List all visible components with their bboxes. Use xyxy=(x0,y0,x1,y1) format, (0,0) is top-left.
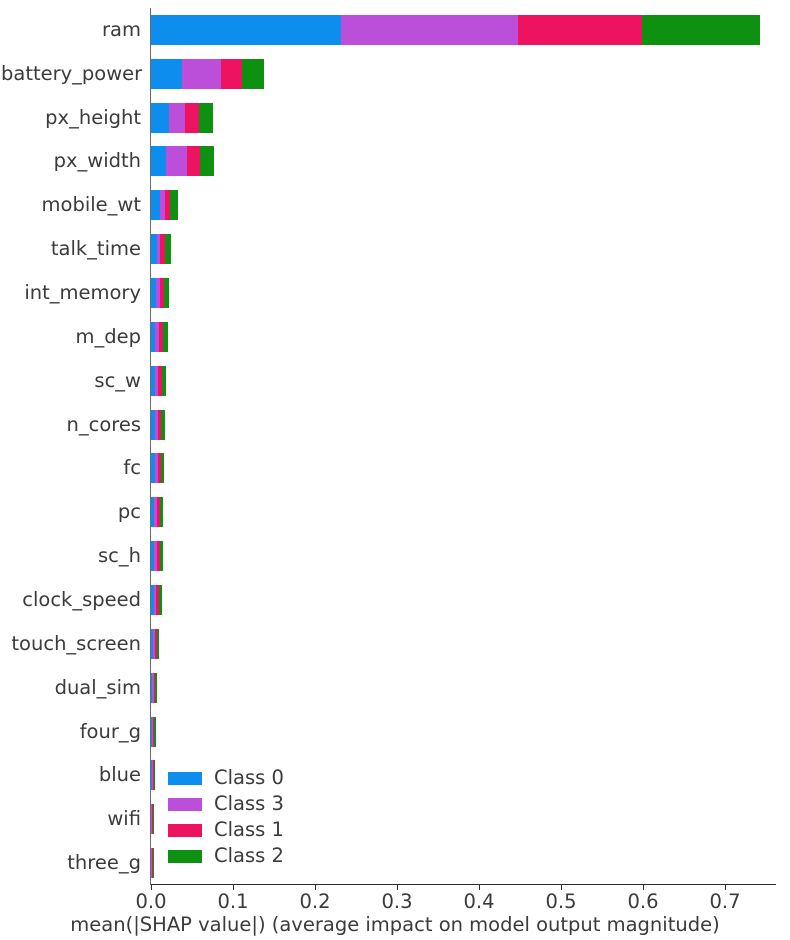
bar-segment xyxy=(151,58,182,89)
y-tick-label: px_height xyxy=(45,105,141,129)
y-tick-label: n_cores xyxy=(66,412,141,436)
bar-segment xyxy=(186,146,201,177)
plot-area xyxy=(151,8,775,885)
bar-segment xyxy=(151,102,170,133)
legend-item[interactable]: Class 1 xyxy=(168,817,368,843)
legend: Class 0 Class 3 Class 1 Class 2 xyxy=(168,765,368,869)
bar-segment xyxy=(153,760,155,791)
bar-segment xyxy=(166,146,187,177)
legend-swatch xyxy=(168,797,202,811)
bar-segment xyxy=(170,190,179,221)
bar-row xyxy=(151,628,159,659)
legend-item[interactable]: Class 2 xyxy=(168,843,368,869)
x-tick-label: 0.7 xyxy=(709,890,741,913)
shap-summary-bar-chart: ram battery_power px_height px_width mobile_… xyxy=(0,0,790,940)
bar-segment xyxy=(181,58,222,89)
bar-row xyxy=(151,848,154,879)
x-tick-label: 0.6 xyxy=(627,890,659,913)
y-tick-label: touch_screen xyxy=(11,631,141,655)
bar-row xyxy=(151,672,158,703)
legend-item[interactable]: Class 3 xyxy=(168,791,368,817)
bar-row xyxy=(151,584,163,615)
bar-row xyxy=(151,321,169,352)
y-axis-tick-labels: ram battery_power px_height px_width mobile_… xyxy=(0,0,143,940)
y-tick-label: px_width xyxy=(53,149,141,173)
y-tick-label: dual_sim xyxy=(54,675,141,699)
bar-row xyxy=(151,365,167,396)
bar-row xyxy=(151,58,264,89)
bar-row xyxy=(151,14,760,45)
bar-row xyxy=(151,804,155,835)
bar-row xyxy=(151,497,164,528)
legend-swatch xyxy=(168,771,202,785)
x-tick-label: 0.3 xyxy=(381,890,413,913)
bar-row xyxy=(151,190,179,221)
bar-row xyxy=(151,278,170,309)
y-tick-label: sc_h xyxy=(98,544,141,568)
y-tick-label: three_g xyxy=(67,851,141,875)
bar-segment xyxy=(151,14,341,45)
bar-segment xyxy=(156,628,159,659)
x-tick-label: 0.5 xyxy=(545,890,577,913)
y-tick-label: wifi xyxy=(107,807,141,831)
bar-segment xyxy=(221,58,242,89)
bar-row xyxy=(151,234,171,265)
bar-segment xyxy=(151,190,161,221)
bar-segment xyxy=(340,14,519,45)
y-tick-label: sc_w xyxy=(94,368,141,392)
bar-segment xyxy=(161,453,165,484)
bar-row xyxy=(151,760,155,791)
y-tick-label: ram xyxy=(102,17,141,41)
y-tick-label: clock_speed xyxy=(22,587,141,611)
y-tick-label: pc xyxy=(117,500,141,524)
bar-segment xyxy=(165,234,171,265)
y-tick-label: fc xyxy=(123,456,141,480)
bar-segment xyxy=(242,58,264,89)
legend-item[interactable]: Class 0 xyxy=(168,765,368,791)
bar-segment xyxy=(163,321,169,352)
bar-segment xyxy=(185,102,200,133)
y-tick-label: talk_time xyxy=(50,237,141,261)
y-tick-label: int_memory xyxy=(24,281,141,305)
bar-segment xyxy=(169,102,186,133)
bar-row xyxy=(151,453,165,484)
x-tick-label: 0.2 xyxy=(299,890,331,913)
legend-label: Class 1 xyxy=(214,818,284,842)
legend-label: Class 3 xyxy=(214,792,284,816)
y-tick-label: four_g xyxy=(79,719,141,743)
bar-segment xyxy=(159,584,163,615)
bar-segment xyxy=(641,14,760,45)
bar-segment xyxy=(161,409,166,440)
bar-segment xyxy=(160,541,164,572)
bar-segment xyxy=(155,672,158,703)
legend-swatch xyxy=(168,849,202,863)
y-tick-label: m_dep xyxy=(75,324,142,348)
x-axis-label: mean(|SHAP value|) (average impact on mo… xyxy=(70,913,720,936)
bar-segment xyxy=(153,804,155,835)
x-tick-label: 0.1 xyxy=(217,890,249,913)
bar-segment xyxy=(154,716,156,747)
legend-label: Class 2 xyxy=(214,844,284,868)
y-tick-label: battery_power xyxy=(1,61,143,85)
bar-segment xyxy=(518,14,642,45)
legend-label: Class 0 xyxy=(214,766,284,790)
bar-row xyxy=(151,146,215,177)
x-tick-label: 0.4 xyxy=(463,890,495,913)
bar-row xyxy=(151,716,156,747)
bar-segment xyxy=(200,146,215,177)
bar-row xyxy=(151,541,164,572)
legend-swatch xyxy=(168,823,202,837)
bar-segment xyxy=(160,497,164,528)
bar-segment xyxy=(164,278,170,309)
bar-segment xyxy=(151,146,166,177)
bar-segment xyxy=(199,102,214,133)
y-tick-label: blue xyxy=(98,763,141,787)
y-tick-label: mobile_wt xyxy=(41,193,141,217)
bar-row xyxy=(151,102,214,133)
bar-segment xyxy=(162,365,167,396)
bar-row xyxy=(151,409,166,440)
x-tick-label: 0.0 xyxy=(135,890,167,913)
